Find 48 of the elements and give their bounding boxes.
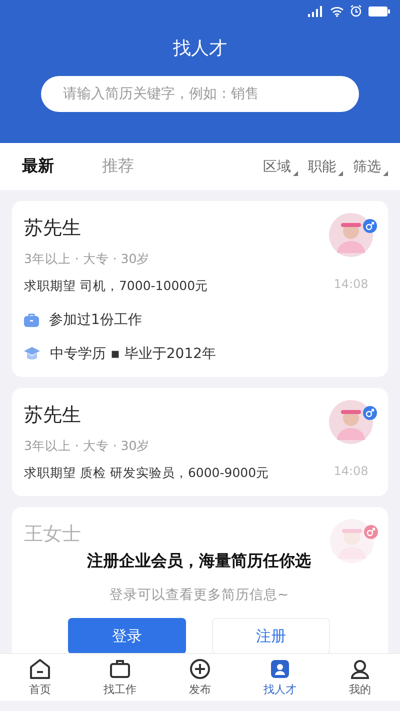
avatar [329,400,373,444]
graduation-cap-icon [24,347,40,361]
male-symbol-icon [363,219,377,233]
search-field[interactable]: 请输入简历关键字，例如：销售 [41,76,359,112]
male-symbol-icon [364,525,378,539]
briefcase-icon [24,313,39,327]
nav-tab[interactable]: 找人才 [240,654,320,701]
plus-icon [189,658,211,680]
home-icon [29,658,51,680]
post-time: 14:08 [334,277,368,291]
job-expectation: 求职期望 司机，7000-10000元 [24,278,210,295]
dropdown-triangle-icon [293,170,298,176]
briefcase-icon [109,658,131,680]
candidate-name: 王女士 [24,522,81,547]
detail-text: 参加过1份工作 [49,311,142,329]
resume-card[interactable]: 苏先生 3年以上 · 大专 · 30岁 求职期望 司机，7000-10000元 参加过1份工作 中专学历 ▪ 毕业于2012年 14:08 [12,201,388,377]
avatar [329,213,373,257]
nav-tab[interactable]: 我的 [320,654,400,701]
dropdown-triangle-icon [383,170,388,176]
nav-tab[interactable]: 发布 [160,654,240,701]
filter-dropdown[interactable]: 区域 [263,158,298,176]
male-symbol-icon [363,406,377,420]
dropdown-triangle-icon [338,170,343,176]
login-button[interactable]: 登录 [68,618,186,653]
battery-icon [368,6,390,16]
register-button[interactable]: 注册 [212,618,330,653]
nav-tab[interactable]: 找工作 [80,654,160,701]
profile-card-icon [269,658,291,680]
resume-card[interactable]: 苏先生 3年以上 · 大专 · 30岁 求职期望 质检 研发实验员，6000-9000元 14:08 [12,388,388,496]
person-icon [349,658,371,680]
tab[interactable]: 最新 [22,156,54,177]
alarm-icon [350,5,362,17]
page-title: 找人才 [173,37,227,60]
wifi-icon [330,6,344,16]
candidate-name: 苏先生 [24,403,82,428]
prompt-subtitle: 登录可以查看更多简历信息~ [109,586,289,604]
job-expectation: 求职期望 质检 研发实验员，6000-9000元 [24,465,270,482]
candidate-summary: 3年以上 · 大专 · 30岁 [24,438,151,455]
detail-text: 中专学历 ▪ 毕业于2012年 [50,345,216,363]
prompt-title: 注册企业会员，海量简历任你选 [87,551,311,572]
signal-icon [308,6,324,16]
post-time: 14:08 [334,464,368,478]
avatar [330,519,374,563]
filter-dropdown[interactable]: 职能 [308,158,343,176]
nav-tab[interactable]: 首页 [0,654,80,701]
filter-dropdown[interactable]: 筛选 [353,158,388,176]
candidate-summary: 3年以上 · 大专 · 30岁 [24,251,151,268]
candidate-name: 苏先生 [24,216,82,241]
